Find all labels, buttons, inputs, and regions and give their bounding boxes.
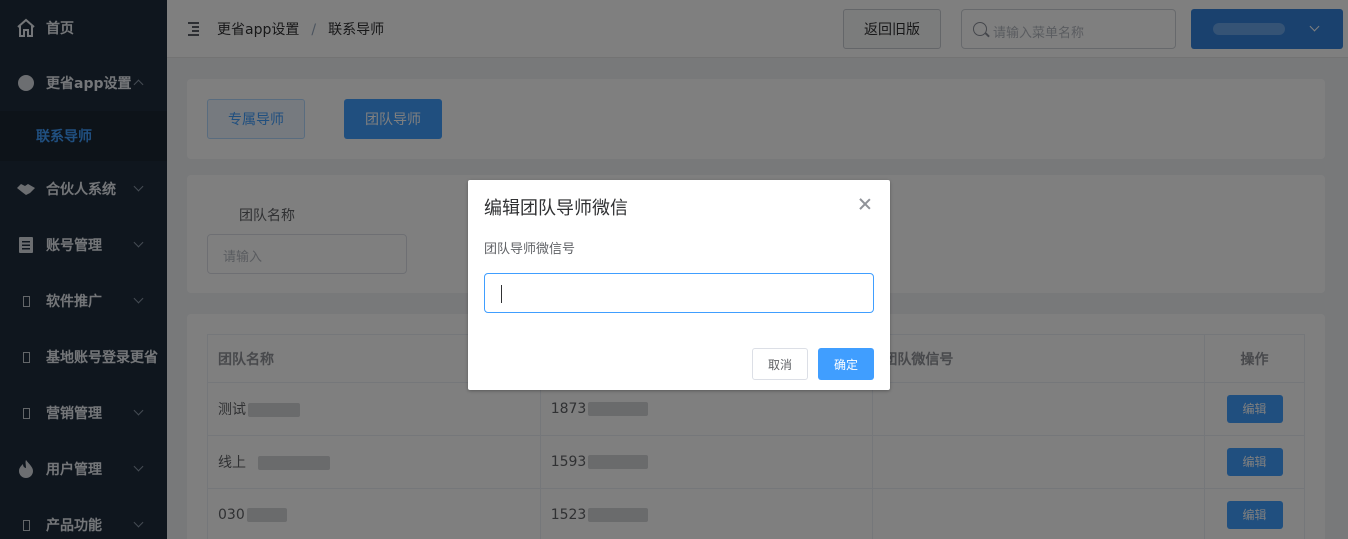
cancel-button[interactable]: 取消 (752, 348, 808, 380)
confirm-button[interactable]: 确定 (818, 348, 874, 380)
edit-team-mentor-dialog: 编辑团队导师微信 团队导师微信号 取消 确定 (468, 180, 890, 390)
wechat-field-label: 团队导师微信号 (484, 242, 576, 257)
dialog-title: 编辑团队导师微信 (484, 198, 628, 219)
close-icon[interactable] (858, 197, 872, 211)
text-caret (501, 285, 502, 303)
wechat-id-input[interactable] (484, 273, 874, 313)
